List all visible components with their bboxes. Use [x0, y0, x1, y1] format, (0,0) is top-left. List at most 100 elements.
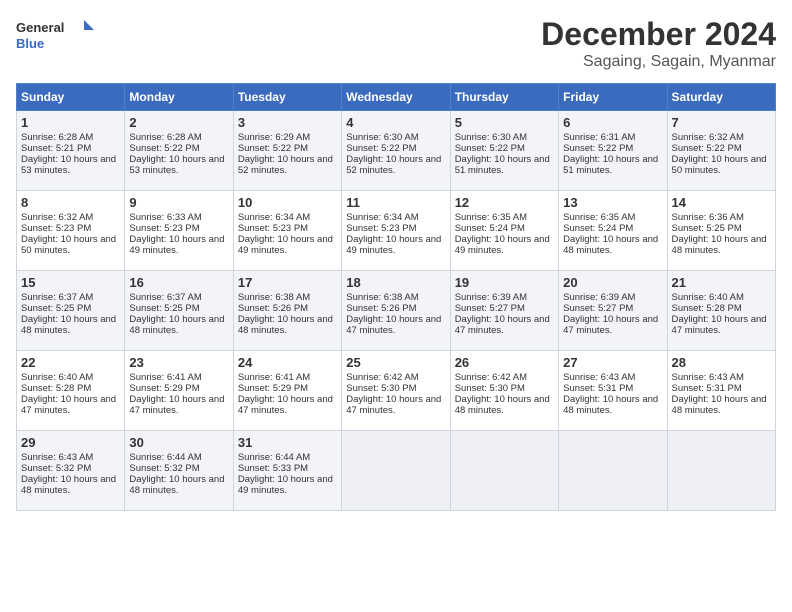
- day-cell-19: 19Sunrise: 6:39 AMSunset: 5:27 PMDayligh…: [450, 271, 558, 351]
- day-number: 2: [129, 115, 228, 130]
- day-number: 30: [129, 435, 228, 450]
- day-cell-11: 11Sunrise: 6:34 AMSunset: 5:23 PMDayligh…: [342, 191, 450, 271]
- daylight-text: Daylight: 10 hours and 48 minutes.: [455, 394, 550, 416]
- calendar-table: SundayMondayTuesdayWednesdayThursdayFrid…: [16, 83, 776, 511]
- daylight-text: Daylight: 10 hours and 47 minutes.: [129, 394, 224, 416]
- sunset-text: Sunset: 5:28 PM: [21, 383, 91, 394]
- empty-cell: [450, 431, 558, 511]
- logo-svg: General Blue: [16, 16, 96, 56]
- calendar-header-row: SundayMondayTuesdayWednesdayThursdayFrid…: [17, 84, 776, 111]
- sunset-text: Sunset: 5:25 PM: [21, 303, 91, 314]
- day-number: 25: [346, 355, 445, 370]
- header-thursday: Thursday: [450, 84, 558, 111]
- daylight-text: Daylight: 10 hours and 51 minutes.: [455, 154, 550, 176]
- calendar-week-1: 1Sunrise: 6:28 AMSunset: 5:21 PMDaylight…: [17, 111, 776, 191]
- sunrise-text: Sunrise: 6:32 AM: [21, 212, 93, 223]
- day-cell-9: 9Sunrise: 6:33 AMSunset: 5:23 PMDaylight…: [125, 191, 233, 271]
- empty-cell: [667, 431, 775, 511]
- header-saturday: Saturday: [667, 84, 775, 111]
- day-number: 11: [346, 195, 445, 210]
- sunset-text: Sunset: 5:23 PM: [346, 223, 416, 234]
- sunrise-text: Sunrise: 6:41 AM: [129, 372, 201, 383]
- sunrise-text: Sunrise: 6:30 AM: [346, 132, 418, 143]
- day-cell-20: 20Sunrise: 6:39 AMSunset: 5:27 PMDayligh…: [559, 271, 667, 351]
- svg-text:General: General: [16, 20, 64, 35]
- day-number: 19: [455, 275, 554, 290]
- sunset-text: Sunset: 5:22 PM: [238, 143, 308, 154]
- day-number: 17: [238, 275, 337, 290]
- day-cell-22: 22Sunrise: 6:40 AMSunset: 5:28 PMDayligh…: [17, 351, 125, 431]
- day-cell-3: 3Sunrise: 6:29 AMSunset: 5:22 PMDaylight…: [233, 111, 341, 191]
- day-number: 16: [129, 275, 228, 290]
- header-monday: Monday: [125, 84, 233, 111]
- sunset-text: Sunset: 5:22 PM: [455, 143, 525, 154]
- daylight-text: Daylight: 10 hours and 53 minutes.: [129, 154, 224, 176]
- sunrise-text: Sunrise: 6:38 AM: [346, 292, 418, 303]
- day-number: 21: [672, 275, 771, 290]
- sunrise-text: Sunrise: 6:37 AM: [21, 292, 93, 303]
- day-cell-12: 12Sunrise: 6:35 AMSunset: 5:24 PMDayligh…: [450, 191, 558, 271]
- logo: General Blue: [16, 16, 96, 56]
- daylight-text: Daylight: 10 hours and 47 minutes.: [21, 394, 116, 416]
- title-area: December 2024 Sagaing, Sagain, Myanmar: [541, 16, 776, 71]
- day-number: 22: [21, 355, 120, 370]
- daylight-text: Daylight: 10 hours and 48 minutes.: [129, 314, 224, 336]
- svg-text:Blue: Blue: [16, 36, 44, 51]
- sunrise-text: Sunrise: 6:42 AM: [455, 372, 527, 383]
- calendar-week-4: 22Sunrise: 6:40 AMSunset: 5:28 PMDayligh…: [17, 351, 776, 431]
- day-number: 7: [672, 115, 771, 130]
- sunrise-text: Sunrise: 6:41 AM: [238, 372, 310, 383]
- day-cell-14: 14Sunrise: 6:36 AMSunset: 5:25 PMDayligh…: [667, 191, 775, 271]
- sunrise-text: Sunrise: 6:43 AM: [21, 452, 93, 463]
- day-number: 18: [346, 275, 445, 290]
- header-sunday: Sunday: [17, 84, 125, 111]
- sunrise-text: Sunrise: 6:38 AM: [238, 292, 310, 303]
- daylight-text: Daylight: 10 hours and 47 minutes.: [238, 394, 333, 416]
- calendar-week-5: 29Sunrise: 6:43 AMSunset: 5:32 PMDayligh…: [17, 431, 776, 511]
- sunset-text: Sunset: 5:25 PM: [129, 303, 199, 314]
- sunset-text: Sunset: 5:22 PM: [672, 143, 742, 154]
- sunrise-text: Sunrise: 6:43 AM: [563, 372, 635, 383]
- month-title: December 2024: [541, 16, 776, 53]
- day-number: 6: [563, 115, 662, 130]
- daylight-text: Daylight: 10 hours and 47 minutes.: [346, 314, 441, 336]
- day-cell-21: 21Sunrise: 6:40 AMSunset: 5:28 PMDayligh…: [667, 271, 775, 351]
- sunset-text: Sunset: 5:25 PM: [672, 223, 742, 234]
- sunset-text: Sunset: 5:26 PM: [346, 303, 416, 314]
- daylight-text: Daylight: 10 hours and 49 minutes.: [346, 234, 441, 256]
- day-cell-28: 28Sunrise: 6:43 AMSunset: 5:31 PMDayligh…: [667, 351, 775, 431]
- day-cell-2: 2Sunrise: 6:28 AMSunset: 5:22 PMDaylight…: [125, 111, 233, 191]
- daylight-text: Daylight: 10 hours and 48 minutes.: [129, 474, 224, 496]
- day-number: 15: [21, 275, 120, 290]
- sunset-text: Sunset: 5:31 PM: [563, 383, 633, 394]
- sunrise-text: Sunrise: 6:29 AM: [238, 132, 310, 143]
- daylight-text: Daylight: 10 hours and 48 minutes.: [21, 474, 116, 496]
- sunrise-text: Sunrise: 6:30 AM: [455, 132, 527, 143]
- sunrise-text: Sunrise: 6:39 AM: [563, 292, 635, 303]
- sunset-text: Sunset: 5:30 PM: [346, 383, 416, 394]
- sunset-text: Sunset: 5:22 PM: [346, 143, 416, 154]
- sunset-text: Sunset: 5:26 PM: [238, 303, 308, 314]
- sunrise-text: Sunrise: 6:28 AM: [21, 132, 93, 143]
- daylight-text: Daylight: 10 hours and 49 minutes.: [238, 234, 333, 256]
- sunrise-text: Sunrise: 6:32 AM: [672, 132, 744, 143]
- empty-cell: [342, 431, 450, 511]
- sunrise-text: Sunrise: 6:36 AM: [672, 212, 744, 223]
- day-cell-29: 29Sunrise: 6:43 AMSunset: 5:32 PMDayligh…: [17, 431, 125, 511]
- sunset-text: Sunset: 5:24 PM: [563, 223, 633, 234]
- daylight-text: Daylight: 10 hours and 51 minutes.: [563, 154, 658, 176]
- sunset-text: Sunset: 5:29 PM: [129, 383, 199, 394]
- day-number: 8: [21, 195, 120, 210]
- calendar-week-2: 8Sunrise: 6:32 AMSunset: 5:23 PMDaylight…: [17, 191, 776, 271]
- daylight-text: Daylight: 10 hours and 52 minutes.: [238, 154, 333, 176]
- page-header: General Blue December 2024 Sagaing, Saga…: [16, 16, 776, 71]
- daylight-text: Daylight: 10 hours and 48 minutes.: [238, 314, 333, 336]
- sunrise-text: Sunrise: 6:35 AM: [455, 212, 527, 223]
- day-cell-30: 30Sunrise: 6:44 AMSunset: 5:32 PMDayligh…: [125, 431, 233, 511]
- sunrise-text: Sunrise: 6:31 AM: [563, 132, 635, 143]
- daylight-text: Daylight: 10 hours and 49 minutes.: [238, 474, 333, 496]
- header-wednesday: Wednesday: [342, 84, 450, 111]
- empty-cell: [559, 431, 667, 511]
- sunset-text: Sunset: 5:28 PM: [672, 303, 742, 314]
- sunset-text: Sunset: 5:22 PM: [563, 143, 633, 154]
